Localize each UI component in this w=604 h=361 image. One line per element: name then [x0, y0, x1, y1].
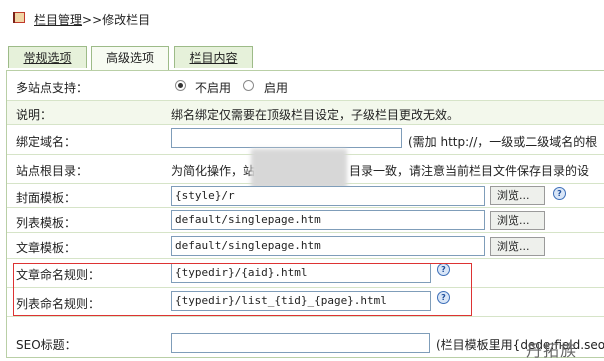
list-template-input[interactable]: default/singlepage.htm	[171, 210, 485, 230]
article-template-browse-button[interactable]: 浏览...	[490, 237, 545, 256]
row-note: 说明： 绑名绑定仅需要在顶级栏目设定，子级栏目更改无效。	[7, 101, 604, 125]
tab-general-label: 常规选项	[23, 51, 72, 65]
note-text: 绑名绑定仅需要在顶级栏目设定，子级栏目更改无效。	[171, 108, 460, 122]
row-site-root: 站点根目录： 为简化操作，站 目录一致，请注意当前栏目文件保存目录的设	[7, 149, 604, 189]
breadcrumb: 栏目管理>>修改栏目	[34, 11, 150, 28]
radio-multisite-on[interactable]	[243, 80, 254, 91]
tab-advanced[interactable]: 高级选项	[91, 46, 169, 71]
label-note: 说明：	[16, 108, 53, 122]
breadcrumb-current: 修改栏目	[102, 13, 151, 27]
seo-title-input[interactable]	[171, 333, 430, 353]
highlight-box	[13, 263, 472, 316]
radio-multisite-off-label: 不启用	[195, 81, 232, 95]
cover-template-browse-button[interactable]: 浏览...	[490, 186, 545, 205]
label-multisite: 多站点支持：	[16, 81, 89, 95]
list-template-browse-button[interactable]: 浏览...	[490, 211, 545, 230]
book-icon	[13, 12, 25, 23]
bind-domain-input[interactable]	[171, 128, 402, 148]
breadcrumb-separator: >>	[82, 13, 103, 27]
row-list-template: 列表模板： default/singlepage.htm 浏览...	[7, 208, 604, 233]
label-list-template: 列表模板：	[16, 216, 77, 230]
tab-general[interactable]: 常规选项	[8, 46, 87, 68]
tab-column-content-label: 栏目内容	[189, 51, 238, 65]
seo-title-hint: (栏目模板里用{dede:field.seo	[436, 338, 604, 352]
label-seo-title: SEO标题：	[16, 338, 77, 352]
watermark: 丹拓族	[526, 341, 578, 360]
breadcrumb-link-column-manage[interactable]: 栏目管理	[34, 13, 82, 27]
site-root-text-left: 为简化操作，站	[171, 164, 256, 178]
row-seo-title: SEO标题： (栏目模板里用{dede:field.seo	[7, 327, 604, 359]
breadcrumb-bar: 栏目管理>>修改栏目	[0, 0, 604, 38]
bind-domain-hint: (需加 http://，一级或二级域名的根	[408, 135, 598, 149]
article-template-input[interactable]: default/singlepage.htm	[171, 236, 485, 256]
label-site-root: 站点根目录：	[16, 164, 89, 178]
label-cover-template: 封面模板：	[16, 191, 77, 205]
radio-multisite-off[interactable]	[175, 80, 186, 91]
radio-multisite-on-label: 启用	[264, 81, 289, 95]
cover-template-help-icon[interactable]: ?	[553, 187, 566, 200]
row-cover-template: 封面模板： {style}/r 浏览... ?	[7, 184, 604, 208]
cover-template-input[interactable]: {style}/r	[171, 186, 485, 206]
tab-advanced-label: 高级选项	[105, 51, 154, 65]
redacted-blur	[251, 149, 347, 189]
label-article-template: 文章模板：	[16, 241, 77, 255]
tab-bar: 常规选项 高级选项 栏目内容	[0, 46, 604, 71]
row-multisite: 多站点支持： 不启用 启用	[7, 71, 604, 101]
row-article-template: 文章模板： default/singlepage.htm 浏览...	[7, 233, 604, 259]
label-bind-domain: 绑定域名：	[16, 135, 77, 149]
tab-column-content[interactable]: 栏目内容	[174, 46, 253, 68]
site-root-text-right: 目录一致，请注意当前栏目文件保存目录的设	[349, 164, 590, 178]
